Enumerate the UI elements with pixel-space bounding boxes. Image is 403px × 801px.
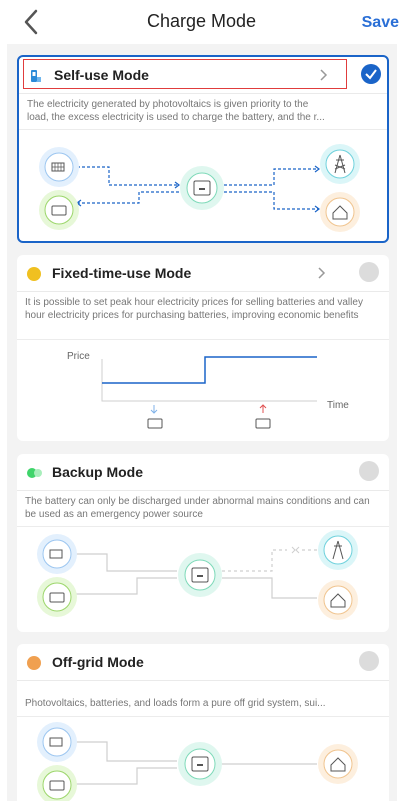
price-time-chart: [101, 356, 317, 429]
solar-node: [39, 147, 79, 187]
mode-list: Self-use Mode The electricity generated …: [7, 44, 397, 801]
home-node: [318, 580, 358, 620]
battery-node: [39, 190, 79, 230]
inverter-node: [178, 742, 222, 786]
energy-flow-diagram: [37, 722, 358, 801]
grid-node: [318, 530, 358, 570]
mode-card-backup[interactable]: Backup Mode The battery can only be disc…: [17, 454, 389, 632]
page-title: Charge Mode: [146, 11, 257, 31]
inverter-node: [178, 553, 222, 597]
mode-card-fixed-time[interactable]: Fixed-time-use Mode It is possible to se…: [17, 255, 389, 441]
up-arrow-icon: [259, 404, 267, 413]
y-axis-label: Price: [67, 351, 90, 362]
save-button[interactable]: Save: [362, 14, 399, 32]
home-node: [320, 192, 360, 232]
battery-icon: [147, 418, 163, 429]
down-arrow-icon: [150, 405, 158, 414]
inverter-node: [180, 166, 224, 210]
battery-icon: [255, 418, 271, 429]
app-header: Charge Mode Save: [0, 0, 403, 44]
solar-node: [37, 722, 77, 762]
mode-card-self-use[interactable]: Self-use Mode The electricity generated …: [17, 55, 389, 243]
mode-card-off-grid[interactable]: Off-grid Mode Photovoltaics, batteries, …: [17, 644, 389, 801]
battery-node: [37, 577, 77, 617]
grid-node: [320, 144, 360, 184]
energy-flow-diagram: [37, 530, 358, 620]
home-node: [318, 744, 358, 784]
solar-node: [37, 534, 77, 574]
battery-node: [37, 765, 77, 801]
energy-flow-diagram: [39, 144, 360, 232]
x-axis-label: Time: [327, 400, 349, 411]
